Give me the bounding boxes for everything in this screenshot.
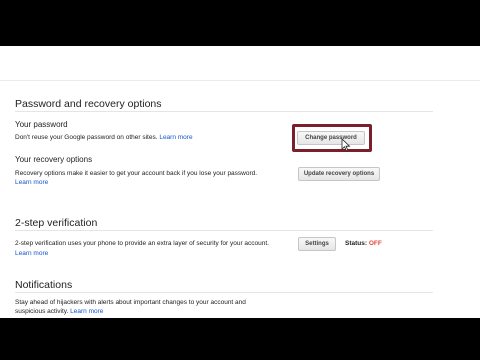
two-step-description: 2-step verification uses your phone to p… <box>15 240 269 247</box>
update-recovery-options-button[interactable]: Update recovery options <box>298 167 380 181</box>
notifications-description-text: suspicious activity. <box>15 308 69 315</box>
recovery-options-description: Recovery options make it easier to get y… <box>15 170 258 177</box>
your-password-learn-more-link[interactable]: Learn more <box>159 134 192 141</box>
your-password-description: Don't reuse your Google password on othe… <box>15 134 193 141</box>
section-divider <box>15 230 433 231</box>
status-value-badge: OFF <box>368 240 382 247</box>
two-step-settings-button[interactable]: Settings <box>298 237 336 251</box>
your-password-label: Your password <box>15 120 68 129</box>
header-divider <box>0 80 480 81</box>
two-step-learn-more-link[interactable]: Learn more <box>15 250 48 257</box>
your-password-description-text: Don't reuse your Google password on othe… <box>15 134 158 141</box>
account-security-page: Password and recovery options Your passw… <box>0 46 480 318</box>
mouse-pointer-icon <box>341 138 351 152</box>
status-label: Status: <box>345 240 368 247</box>
notifications-section-title: Notifications <box>15 279 73 291</box>
notifications-description-line1: Stay ahead of hijackers with alerts abou… <box>15 299 246 306</box>
password-recovery-section-title: Password and recovery options <box>15 98 162 110</box>
section-divider <box>15 111 433 112</box>
recovery-options-label: Your recovery options <box>15 155 93 164</box>
change-password-button[interactable]: Change password <box>297 131 365 145</box>
notifications-description-line2: suspicious activity. Learn more <box>15 308 103 315</box>
two-step-status: Status: OFF <box>345 240 382 247</box>
notifications-learn-more-link[interactable]: Learn more <box>70 308 103 315</box>
recovery-options-learn-more-link[interactable]: Learn more <box>15 179 48 186</box>
two-step-section-title: 2-step verification <box>15 217 98 229</box>
section-divider <box>15 292 433 293</box>
